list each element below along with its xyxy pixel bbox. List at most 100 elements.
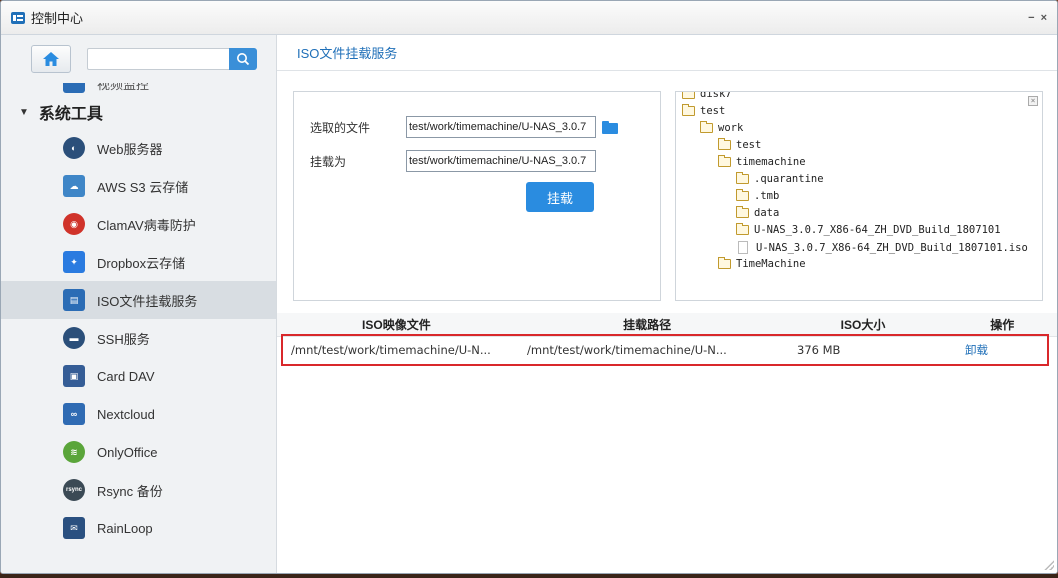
tree-node-label: timemachine xyxy=(736,156,806,168)
collapse-triangle-icon: ▼ xyxy=(19,106,29,118)
sidebar-item-nextcloud[interactable]: ∞ Nextcloud xyxy=(1,395,276,433)
folder-icon xyxy=(700,121,713,133)
mount-button[interactable]: 挂载 xyxy=(526,182,594,212)
page-title: ISO文件挂载服务 xyxy=(277,35,1057,71)
tree-node-label: .quarantine xyxy=(754,173,824,185)
close-button[interactable]: × xyxy=(1041,12,1047,24)
rainloop-icon: ✉ xyxy=(63,517,85,539)
tree-folder-node[interactable]: disk7 xyxy=(682,91,732,100)
sidebar-search-input[interactable] xyxy=(87,48,229,70)
ssh-icon: ▬ xyxy=(63,327,85,349)
cell-iso-file: /mnt/test/work/timemachine/U-N... xyxy=(291,343,491,357)
sidebar-item-label: ClamAV病毒防护 xyxy=(97,217,196,233)
sidebar-item-label: Rsync 备份 xyxy=(97,483,163,499)
tree-close-button[interactable]: × xyxy=(1028,96,1038,106)
sidebar-item-label: Dropbox云存储 xyxy=(97,255,186,271)
selected-file-row: 选取的文件 test/work/timemachine/U-NAS_3.0.7 xyxy=(310,116,618,138)
sidebar-item-web-server[interactable]: ◐ Web服务器 xyxy=(1,129,276,167)
search-icon xyxy=(237,53,250,66)
window-controls: − × xyxy=(1028,12,1047,24)
sidebar-group-system-tools[interactable]: ▼ 系统工具 xyxy=(1,95,276,129)
tree-node-label: U-NAS_3.0.7_X86-64_ZH_DVD_Build_1807101 xyxy=(754,224,1001,236)
header-iso-file[interactable]: ISO映像文件 xyxy=(277,316,516,333)
header-iso-size[interactable]: ISO大小 xyxy=(778,316,947,333)
home-icon xyxy=(43,52,59,66)
tree-node-label: TimeMachine xyxy=(736,258,806,270)
camera-icon xyxy=(63,83,85,93)
folder-icon xyxy=(718,155,731,167)
selected-file-label: 选取的文件 xyxy=(310,120,371,135)
tree-node-label: work xyxy=(718,122,744,134)
sidebar-item-label: RainLoop xyxy=(97,520,153,536)
folder-icon xyxy=(718,257,731,269)
sidebar-item-antivirus-shield[interactable]: ◉ ClamAV病毒防护 xyxy=(1,205,276,243)
tree-folder-node[interactable]: TimeMachine xyxy=(718,257,806,270)
minimize-button[interactable]: − xyxy=(1028,12,1034,24)
mount-as-field[interactable]: test/work/timemachine/U-NAS_3.0.7 xyxy=(406,150,596,172)
tree-folder-node[interactable]: test xyxy=(682,104,726,117)
sidebar-item-label: 视频监控 xyxy=(97,83,150,92)
folder-icon xyxy=(682,104,695,116)
file-icon xyxy=(738,241,748,254)
sidebar-item-rsync[interactable]: rsync Rsync 备份 xyxy=(1,471,276,509)
folder-icon xyxy=(736,172,749,184)
tree-folder-node[interactable]: U-NAS_3.0.7_X86-64_ZH_DVD_Build_1807101 xyxy=(736,223,1001,236)
tree-node-label: disk7 xyxy=(700,91,732,100)
tree-folder-node[interactable]: data xyxy=(736,206,780,219)
folder-icon xyxy=(736,223,749,235)
cell-mount-path: /mnt/test/work/timemachine/U-N... xyxy=(527,343,727,357)
tree-file-node[interactable]: U-NAS_3.0.7_X86-64_ZH_DVD_Build_1807101.… xyxy=(736,241,1028,254)
mount-form-panel: 选取的文件 test/work/timemachine/U-NAS_3.0.7 … xyxy=(293,91,661,301)
sidebar-item-dropbox[interactable]: ✦ Dropbox云存储 xyxy=(1,243,276,281)
title-bar: 控制中心 − × xyxy=(1,1,1057,35)
tree-node-label: .tmb xyxy=(754,190,780,202)
dropbox-icon: ✦ xyxy=(63,251,85,273)
rsync-icon: rsync xyxy=(63,479,85,501)
desktop-taskbar-strip xyxy=(0,574,1058,578)
sidebar-item-rainloop[interactable]: ✉ RainLoop xyxy=(1,509,276,547)
search-button[interactable] xyxy=(229,48,257,70)
carddav-icon: ▣ xyxy=(63,365,85,387)
browse-folder-icon[interactable] xyxy=(602,120,618,134)
mount-as-label: 挂载为 xyxy=(310,154,347,169)
window-title: 控制中心 xyxy=(31,11,84,26)
folder-icon xyxy=(682,92,695,99)
tree-node-label: test xyxy=(736,139,762,151)
sidebar-item-ssh[interactable]: ▬ SSH服务 xyxy=(1,319,276,357)
folder-icon xyxy=(718,138,731,150)
selected-file-field[interactable]: test/work/timemachine/U-NAS_3.0.7 xyxy=(406,116,596,138)
tree-node-label: U-NAS_3.0.7_X86-64_ZH_DVD_Build_1807101.… xyxy=(756,241,1028,254)
sidebar-item-label: AWS S3 云存储 xyxy=(97,179,189,195)
unmount-link[interactable]: 卸载 xyxy=(965,342,1045,358)
sidebar-item-onlyoffice[interactable]: ≋ OnlyOffice xyxy=(1,433,276,471)
aws-s3-icon: ☁ xyxy=(63,175,85,197)
sidebar-item-aws-s3[interactable]: ☁ AWS S3 云存储 xyxy=(1,167,276,205)
sidebar-item-carddav[interactable]: ▣ Card DAV xyxy=(1,357,276,395)
sidebar: 视频监控 ▼ 系统工具 ◐ Web服务器 ☁ AWS S3 云存储 ◉ ClamAV病毒防… xyxy=(1,35,277,573)
nextcloud-icon: ∞ xyxy=(63,403,85,425)
header-mount-path[interactable]: 挂载路径 xyxy=(516,316,779,333)
web-server-icon: ◐ xyxy=(63,137,85,159)
tree-folder-node[interactable]: test xyxy=(718,138,762,151)
tree-folder-node[interactable]: timemachine xyxy=(718,155,806,168)
sidebar-item-iso-mount[interactable]: ▤ ISO文件挂载服务 xyxy=(1,281,276,319)
control-center-window: 控制中心 − × 视频监控 ▼ 系统工具 ◐ Web服务器 ☁ AWS S3 云… xyxy=(0,0,1058,574)
header-actions: 操作 xyxy=(990,318,1015,332)
table-row[interactable]: /mnt/test/work/timemachine/U-N... /mnt/t… xyxy=(281,334,1049,366)
iso-mount-icon: ▤ xyxy=(63,289,85,311)
home-button[interactable] xyxy=(31,45,71,73)
antivirus-shield-icon: ◉ xyxy=(63,213,85,235)
main-panel: ISO文件挂载服务 选取的文件 test/work/timemachine/U-… xyxy=(277,35,1057,573)
sidebar-item-label: Card DAV xyxy=(97,368,155,384)
tree-node-label: test xyxy=(700,105,726,117)
file-tree-panel: × disk7 test work test timemachine .quarantin… xyxy=(675,91,1043,301)
tree-folder-node[interactable]: .tmb xyxy=(736,189,780,202)
tree-node-label: data xyxy=(754,207,780,219)
sidebar-item-label: Nextcloud xyxy=(97,406,155,422)
tree-folder-node[interactable]: .quarantine xyxy=(736,172,824,185)
folder-icon xyxy=(736,189,749,201)
tree-folder-node[interactable]: work xyxy=(700,121,744,134)
sidebar-item-label: ISO文件挂载服务 xyxy=(97,293,198,309)
sidebar-item-video-surveillance[interactable]: 视频监控 xyxy=(1,83,276,95)
resize-grip[interactable] xyxy=(1044,560,1054,570)
